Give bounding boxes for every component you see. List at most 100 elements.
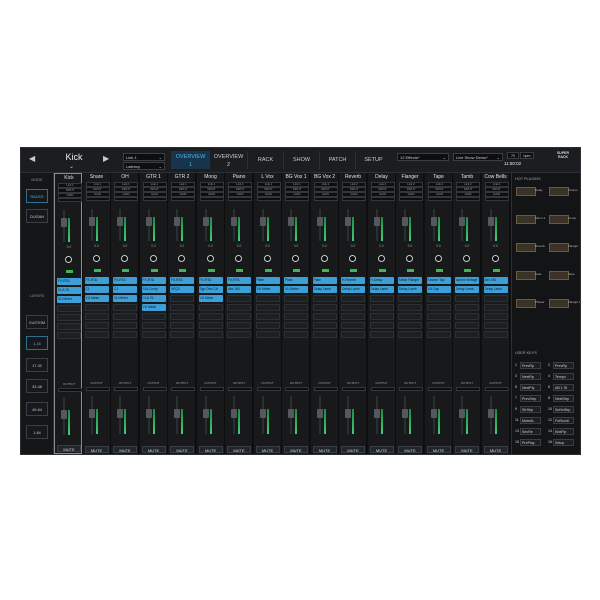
input-fader-handle[interactable] <box>316 217 323 226</box>
output-selector[interactable] <box>171 387 195 391</box>
user-key[interactable]: 8 NextStrp <box>548 394 578 403</box>
layer-17-32-button[interactable]: 17-32 <box>26 358 48 372</box>
channel-name[interactable]: Delay <box>368 174 396 180</box>
empty-plugin-slot[interactable] <box>141 322 166 329</box>
output-selector[interactable] <box>342 387 366 391</box>
input-selector[interactable] <box>114 197 138 201</box>
output-fader-handle[interactable] <box>174 409 180 418</box>
empty-plugin-slot[interactable] <box>455 304 479 311</box>
active-indicator[interactable] <box>321 269 329 272</box>
mode-racks-button[interactable]: RACKS <box>26 189 48 203</box>
gain-knob[interactable] <box>406 255 413 262</box>
channel-name[interactable]: BG Vox 2 <box>311 174 339 180</box>
channel-strip[interactable]: Delay Link 2 INPUT GAIN 0.0 H-Delay Delay Lamb… <box>367 173 396 454</box>
layer-49-64-button[interactable]: 49-64 <box>26 402 48 416</box>
mute-button[interactable]: MUTE <box>227 446 251 453</box>
output-fader-handle[interactable] <box>430 409 437 418</box>
user-key-label[interactable]: Tempo <box>553 373 574 380</box>
input-selector[interactable] <box>313 197 338 201</box>
output-selector[interactable] <box>114 387 138 391</box>
empty-plugin-slot[interactable] <box>369 313 394 320</box>
gain-knob[interactable] <box>463 255 470 262</box>
output-selector[interactable] <box>85 387 110 391</box>
plugin-slot[interactable]: FX-RTA <box>141 277 166 284</box>
empty-plugin-slot[interactable] <box>113 304 137 311</box>
hot-plugin-slot[interactable]: Gate <box>516 271 547 280</box>
input-fader-handle[interactable] <box>487 217 494 226</box>
empty-plugin-slot[interactable] <box>312 331 337 338</box>
user-key[interactable]: 13 SecRe <box>515 427 545 436</box>
gain-knob[interactable] <box>434 255 442 262</box>
channel-name[interactable]: Kick <box>55 175 83 181</box>
empty-plugin-slot[interactable] <box>312 322 337 329</box>
input-selector[interactable] <box>199 197 224 201</box>
output-fader-handle[interactable] <box>259 409 266 418</box>
channel-name[interactable]: GTR 2 <box>168 174 196 180</box>
channel-strip[interactable]: GTR 1 Link 1 INPUT GAIN 0.0 FX-RTA SSLComp CLA … <box>139 173 168 454</box>
plugin-slot[interactable]: FX-RTA <box>198 277 223 284</box>
output-selector[interactable] <box>456 387 480 391</box>
empty-plugin-slot[interactable] <box>312 313 337 320</box>
output-selector[interactable] <box>199 387 224 391</box>
plugin-slot[interactable]: Delay Lamb <box>312 286 337 293</box>
empty-plugin-slot[interactable] <box>341 331 365 338</box>
hot-plugin-slot[interactable]: Reverb <box>516 243 547 252</box>
plugin-slot[interactable]: VU Meter <box>141 304 166 311</box>
empty-plugin-slot[interactable] <box>341 304 365 311</box>
channel-strip[interactable]: Reverb Link 2 INPUT GAIN 0.0 H-Reverb Delay La… <box>339 173 367 454</box>
gain-knob[interactable] <box>178 255 185 262</box>
empty-plugin-slot[interactable] <box>284 322 308 329</box>
active-indicator[interactable] <box>435 269 443 272</box>
hot-plugin-slot[interactable]: Delay <box>516 187 547 196</box>
user-key-label[interactable]: KbdFlp <box>553 428 574 435</box>
output-fader-handle[interactable] <box>61 410 67 419</box>
input-fader-handle[interactable] <box>459 217 465 226</box>
empty-plugin-slot[interactable] <box>284 313 308 320</box>
output-fader-handle[interactable] <box>231 409 237 418</box>
output-selector[interactable] <box>399 387 423 391</box>
prev-channel-icon[interactable]: ◀ <box>29 154 35 163</box>
output-fader-handle[interactable] <box>202 409 209 418</box>
empty-plugin-slot[interactable] <box>84 322 109 329</box>
mute-button[interactable]: MUTE <box>170 446 194 453</box>
channel-name[interactable]: Cow Bells <box>482 174 510 180</box>
output-fader-handle[interactable] <box>316 409 323 418</box>
channel-name[interactable]: Tape <box>425 174 453 180</box>
empty-plugin-slot[interactable] <box>398 295 422 302</box>
plugin-slot[interactable]: dbx 160 <box>483 277 508 284</box>
mode-dugan-button[interactable]: DUGAN <box>26 209 48 223</box>
channel-name[interactable]: Tamb <box>453 174 481 180</box>
active-indicator[interactable] <box>150 269 158 272</box>
output-fader-handle[interactable] <box>145 409 152 418</box>
gain-knob[interactable] <box>65 256 72 263</box>
plugin-slot[interactable]: Syp One CA <box>198 286 223 293</box>
gain-knob[interactable] <box>235 255 242 262</box>
empty-plugin-slot[interactable] <box>426 304 451 311</box>
output-selector[interactable] <box>370 387 395 391</box>
empty-plugin-slot[interactable] <box>312 295 337 302</box>
output-fader-handle[interactable] <box>487 409 494 418</box>
hot-plugin-slot[interactable]: Flanger <box>549 243 580 252</box>
gain-knob[interactable] <box>263 255 271 262</box>
user-key[interactable]: 15 PrePlay <box>515 438 545 447</box>
plugin-slot[interactable]: FX-RTA <box>227 277 251 284</box>
mute-button[interactable]: MUTE <box>398 446 422 453</box>
empty-plugin-slot[interactable] <box>369 331 394 338</box>
plugin-slot[interactable]: H-Delay <box>369 277 394 284</box>
output-fader-handle[interactable] <box>88 409 95 418</box>
output-selector[interactable] <box>484 387 509 391</box>
input-selector[interactable] <box>142 197 167 201</box>
user-key[interactable]: 11 MuteAL <box>515 416 545 425</box>
channel-strip[interactable]: Flanger Link 2 INPUT GAIN 0.0 Metal Flanger De… <box>396 173 424 454</box>
input-selector[interactable] <box>85 197 110 201</box>
gain-knob[interactable] <box>121 255 128 262</box>
empty-plugin-slot[interactable] <box>227 331 251 338</box>
empty-plugin-slot[interactable] <box>284 331 308 338</box>
tab-overview-2[interactable]: OVERVIEW 2 <box>209 151 247 169</box>
tab-patch[interactable]: PATCH <box>319 151 355 169</box>
plugin-slot[interactable]: CLA 76 <box>57 287 81 294</box>
user-key[interactable]: 12 FstScroll <box>548 416 578 425</box>
user-key[interactable]: 4 Tempo <box>548 372 578 381</box>
empty-plugin-slot[interactable] <box>369 322 394 329</box>
channel-name[interactable]: Flanger <box>396 174 424 180</box>
